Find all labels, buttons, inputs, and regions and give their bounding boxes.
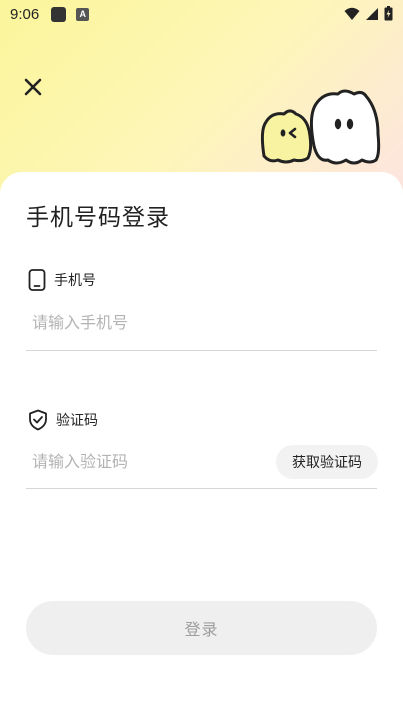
shield-check-icon [29,409,47,431]
status-bar: 9:06 A [0,0,403,28]
ghost-mascots-illustration [260,89,381,165]
get-code-button[interactable]: 获取验证码 [276,445,378,479]
code-input[interactable] [26,441,266,481]
login-screen: 9:06 A 手机号码登录 手机号 请输入手机号 验证码 请输入验证码 获取验证… [0,0,403,716]
a-letter-icon: A [76,7,90,21]
code-divider [26,488,377,489]
battery-icon [384,6,393,21]
close-button[interactable] [20,74,46,100]
wifi-icon [344,7,360,20]
signal-icon [366,7,378,20]
phone-divider [26,350,377,351]
login-card: 手机号码登录 手机号 验证码 获取验证码 登录 [0,172,403,716]
page-title: 手机号码登录 [26,205,170,231]
login-button[interactable]: 登录 [26,601,377,655]
phone-icon [28,269,46,291]
phone-input[interactable] [26,302,377,342]
app-square-icon [51,6,67,22]
code-label: 验证码 [56,413,98,429]
status-time: 9:06 [10,5,40,23]
code-label-row: 验证码 [28,409,98,431]
close-icon [24,78,42,96]
phone-label: 手机号 [54,273,96,289]
phone-label-row: 手机号 [28,269,96,291]
status-right-icons [344,6,393,21]
